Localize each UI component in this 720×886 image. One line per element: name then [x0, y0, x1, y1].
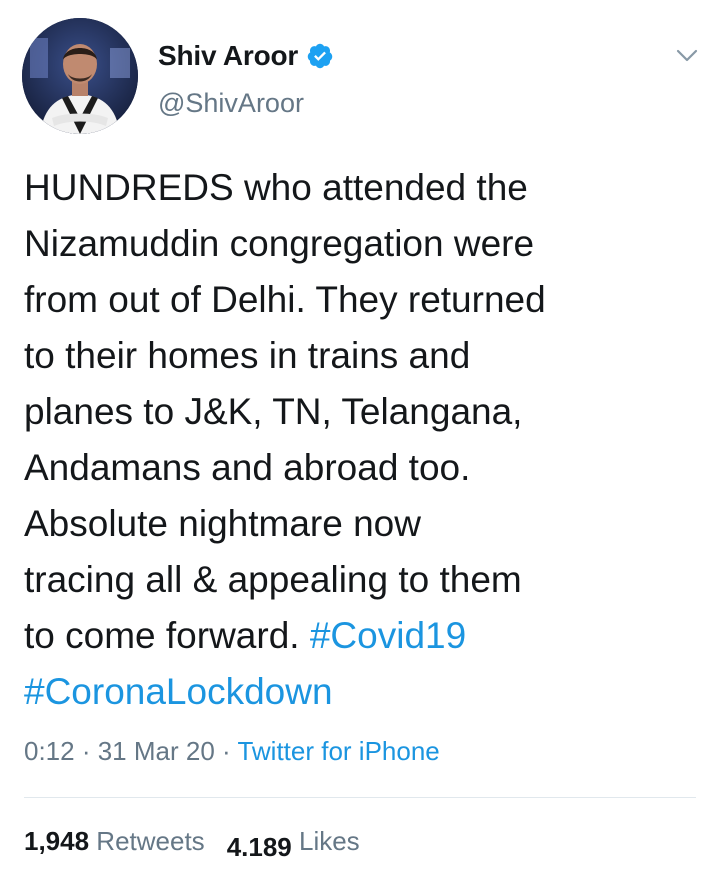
tweet-card: Shiv Aroor @ShivAroor HUNDREDS who atten… — [0, 0, 720, 886]
author-handle[interactable]: @ShivAroor — [158, 88, 304, 119]
tweet-line-last: to come forward. #Covid19 — [24, 608, 704, 664]
tweet-line-hashtag: #CoronaLockdown — [24, 664, 704, 720]
tweet-line: HUNDREDS who attended the — [24, 167, 528, 208]
tweet-source-link[interactable]: Twitter for iPhone — [237, 736, 439, 766]
hashtag-coronalockdown[interactable]: #CoronaLockdown — [24, 671, 333, 712]
tweet-line: Nizamuddin congregation were — [24, 223, 535, 264]
tweet-stats: 1,948 Retweets 4.189 Likes — [24, 826, 360, 862]
retweets-label: Retweets — [89, 826, 205, 856]
tweet-line: Andamans and abroad too. — [24, 447, 471, 488]
meta-separator: · — [214, 736, 238, 766]
tweet-date[interactable]: 31 Mar 20 — [98, 736, 215, 766]
tweet-line: tracing all & appealing to them — [24, 559, 522, 600]
tweet-meta: 0:12 · 31 Mar 20 · Twitter for iPhone — [24, 736, 440, 767]
meta-separator: · — [74, 736, 98, 766]
likes-count: 4.189 — [226, 832, 292, 862]
tweet-line: planes to J&K, TN, Telangana, — [24, 391, 523, 432]
verified-badge-icon — [307, 43, 333, 69]
retweets-stat[interactable]: 1,948 Retweets — [24, 826, 205, 856]
tweet-line: from out of Delhi. They returned — [24, 279, 546, 320]
display-name[interactable]: Shiv Aroor — [158, 40, 298, 72]
hashtag-covid19[interactable]: #Covid19 — [310, 615, 466, 656]
author-name-row[interactable]: Shiv Aroor — [158, 38, 334, 74]
tweet-line: Absolute nightmare now — [24, 503, 421, 544]
tweet-time[interactable]: 0:12 — [24, 736, 75, 766]
retweets-count: 1,948 — [24, 826, 90, 856]
tweet-line-text: to come forward. — [24, 615, 310, 656]
avatar[interactable] — [22, 18, 138, 134]
tweet-text: HUNDREDS who attended the Nizamuddin con… — [24, 160, 704, 720]
likes-label: Likes — [291, 826, 360, 856]
tweet-line: to their homes in trains and — [24, 335, 471, 376]
likes-stat[interactable]: 4.189 Likes — [227, 826, 360, 862]
chevron-down-icon[interactable] — [672, 42, 702, 68]
divider — [24, 797, 696, 798]
avatar-photo — [22, 18, 138, 134]
